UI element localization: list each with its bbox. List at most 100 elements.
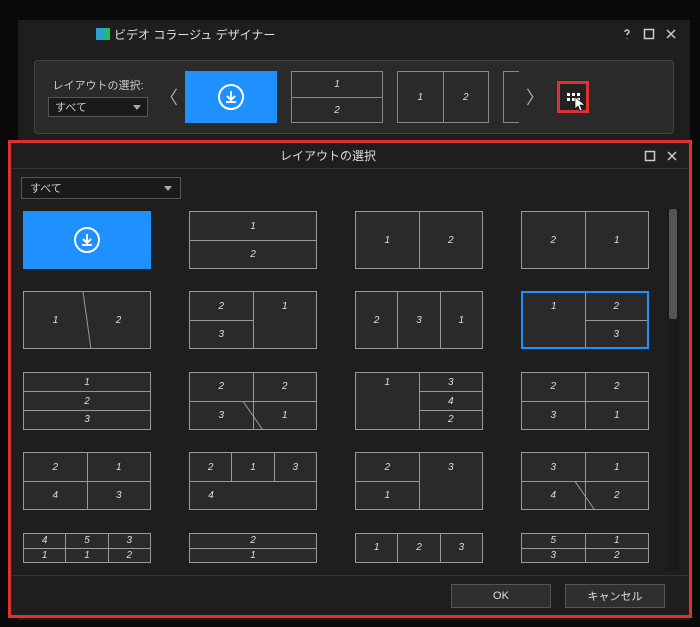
cell-label: 1 (398, 72, 443, 122)
cell-label: 4 (190, 481, 232, 509)
strip-prev-button[interactable]: 〈 (161, 67, 177, 127)
cell-label: 1 (356, 212, 419, 268)
cell-label: 3 (190, 320, 253, 348)
layout-option-L4c[interactable]: 2143 (23, 452, 151, 510)
ok-label: OK (493, 590, 509, 602)
cell-label: 2 (356, 292, 397, 348)
cell-label (356, 410, 419, 429)
maximize-button[interactable] (638, 23, 660, 45)
cell-label: 3 (87, 481, 151, 509)
help-button[interactable] (616, 23, 638, 45)
layout-option-L3a[interactable]: 213 (189, 291, 317, 349)
cell-label (274, 481, 316, 509)
layout-option-L2h[interactable]: 12 (355, 211, 483, 269)
strip-thumb-partial[interactable] (503, 71, 519, 123)
cell-label: 1 (190, 212, 316, 240)
cell-label: 1 (356, 481, 419, 509)
cancel-label: キャンセル (588, 588, 643, 604)
cell-label (232, 481, 274, 509)
cell-label: 1 (356, 534, 397, 562)
cell-label: 1 (356, 373, 419, 392)
strip-next-button[interactable]: 〉 (527, 67, 543, 127)
window-title: ビデオ コラージュ デザイナー (114, 26, 275, 43)
cell-label: 1 (440, 292, 482, 348)
cell-label: 3 (24, 410, 150, 429)
cancel-button[interactable]: キャンセル (565, 584, 665, 608)
layout-option-L5c[interactable]: 123 (355, 533, 483, 563)
layout-option-L5d[interactable]: 5132 (521, 533, 649, 563)
cell-label: 2 (443, 72, 489, 122)
cell-label: 2 (108, 548, 150, 562)
chevron-right-icon: 〉 (526, 84, 544, 110)
cell-label: 1 (87, 453, 151, 481)
dialog-maximize-button[interactable] (639, 145, 661, 167)
cell-label (253, 320, 317, 348)
cell-label (356, 391, 419, 410)
logo-icon (96, 28, 110, 40)
layout-option-L2v[interactable]: 12 (189, 211, 317, 269)
cell-label: 2 (585, 548, 649, 562)
cell-label: 1 (231, 453, 273, 481)
cell-label: 1 (253, 292, 317, 320)
layout-option-L5a[interactable]: 453112 (23, 533, 151, 563)
close-button[interactable] (660, 23, 682, 45)
ok-button[interactable]: OK (451, 584, 551, 608)
cell-label: 1 (585, 212, 649, 268)
scrollbar-thumb[interactable] (669, 209, 677, 319)
expand-layout-grid-button[interactable] (557, 81, 589, 113)
cell-label: 2 (190, 240, 316, 268)
layout-option-L5b[interactable]: 21 (189, 533, 317, 563)
chevron-down-icon (133, 105, 141, 110)
cell-label: 2 (585, 293, 648, 320)
cell-label: 4 (419, 391, 483, 410)
cell-label: 2 (585, 373, 649, 401)
layout-option-L3b[interactable]: 231 (355, 291, 483, 349)
cell-label: 1 (190, 548, 316, 562)
layout-option-L3d[interactable]: 2231 (189, 372, 317, 430)
strip-thumb-layout-2v[interactable]: 1 2 (291, 71, 383, 123)
maximize-icon (643, 28, 655, 40)
layout-option-L3c[interactable]: 123 (521, 291, 649, 349)
cell-label: 2 (419, 212, 483, 268)
dialog-filter-value: すべて (30, 180, 62, 196)
layout-selection-dialog: レイアウトの選択 すべて 121221122132311231232231134… (8, 140, 692, 618)
dialog-scrollbar[interactable] (667, 207, 679, 571)
chevron-down-icon (164, 186, 172, 191)
cell-label: 1 (523, 293, 585, 320)
layout-strip: レイアウトの選択: すべて 〈 1 2 1 2 (34, 60, 674, 134)
cell-label: 4 (24, 534, 65, 548)
cell-label: 5 (65, 534, 107, 548)
layout-option-L2hr[interactable]: 21 (521, 211, 649, 269)
strip-filter-select[interactable]: すべて (48, 97, 148, 117)
layout-option-dl[interactable] (23, 211, 151, 269)
cell-label: 2 (24, 453, 87, 481)
cell-label: 2 (292, 97, 382, 122)
strip-thumb-layout-2h[interactable]: 1 2 (397, 71, 489, 123)
layout-option-L4f[interactable]: 3142 (521, 452, 649, 510)
dialog-title: レイアウトの選択 (17, 147, 639, 164)
dialog-close-button[interactable] (661, 145, 683, 167)
layout-grid: 1212211221323112312322311342223121432134… (21, 207, 661, 571)
close-icon (665, 28, 677, 40)
cell-label: 1 (65, 548, 107, 562)
cell-label: 3 (419, 373, 483, 392)
strip-thumb-download[interactable] (185, 71, 277, 123)
strip-thumbnails: 1 2 1 2 (185, 71, 519, 123)
strip-filter-value: すべて (55, 99, 87, 115)
cell-label: 3 (522, 401, 585, 429)
cell-label: 4 (24, 481, 87, 509)
dialog-filter-select[interactable]: すべて (21, 177, 181, 199)
layout-option-L4a[interactable]: 1342 (355, 372, 483, 430)
layout-option-L4e[interactable]: 231 (355, 452, 483, 510)
diagonal-divider (190, 373, 316, 430)
cell-label: 2 (190, 534, 316, 548)
layout-option-L3rows[interactable]: 123 (23, 372, 151, 430)
layout-option-L4d[interactable]: 2134 (189, 452, 317, 510)
cell-label: 1 (585, 401, 649, 429)
cell-label (523, 320, 585, 347)
layout-option-L4b[interactable]: 2231 (521, 372, 649, 430)
cursor-icon (574, 96, 588, 112)
diagonal-divider (522, 453, 648, 510)
layout-option-L2diag[interactable]: 12 (23, 291, 151, 349)
cell-label: 2 (356, 453, 419, 481)
